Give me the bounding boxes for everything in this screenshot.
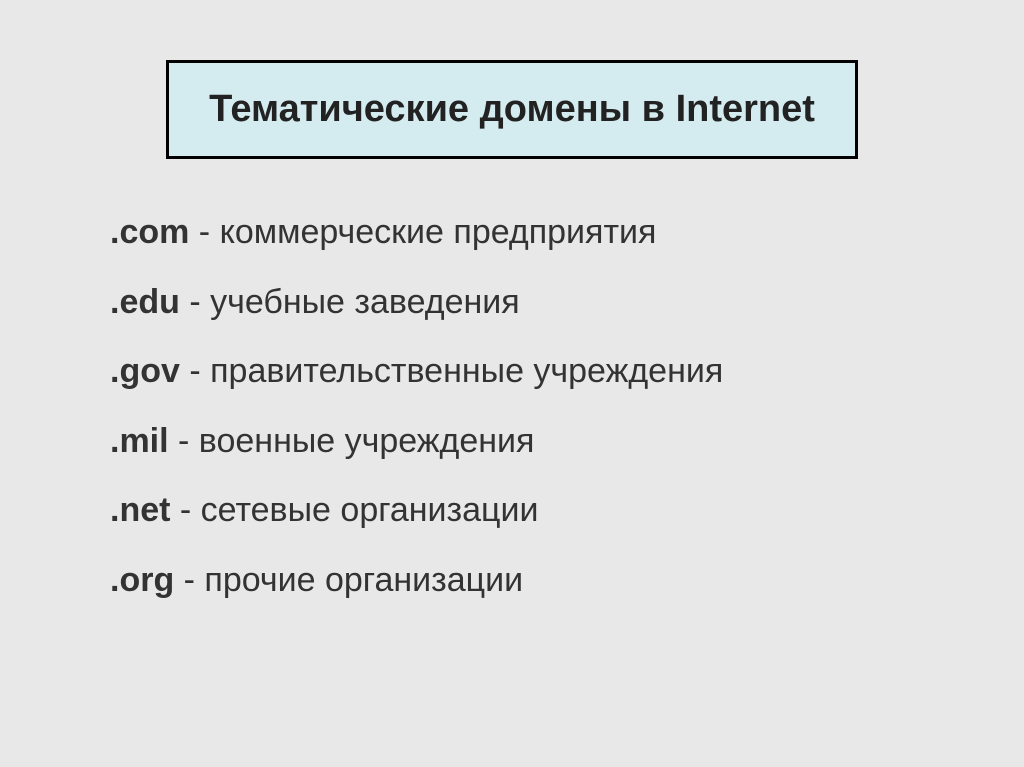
domain-description: - военные учреждения [169, 422, 535, 460]
domain-name: .net [110, 491, 170, 529]
domain-name: .gov [110, 352, 180, 390]
domain-description: - сетевые организации [170, 491, 538, 529]
slide-title: Тематические домены в Internet [209, 88, 815, 131]
domain-item: .net - сетевые организации [110, 487, 954, 535]
domain-item: .org - прочие организации [110, 557, 954, 605]
domain-item: .mil - военные учреждения [110, 418, 954, 466]
domain-name: .mil [110, 422, 169, 460]
title-box: Тематические домены в Internet [166, 60, 858, 159]
domain-description: - коммерческие предприятия [189, 213, 656, 251]
domain-description: - правительственные учреждения [180, 352, 723, 390]
domain-description: - учебные заведения [180, 283, 520, 321]
domain-item: .edu - учебные заведения [110, 279, 954, 327]
domain-name: .org [110, 561, 174, 599]
domain-list: .com - коммерческие предприятия .edu - у… [70, 209, 954, 605]
domain-item: .com - коммерческие предприятия [110, 209, 954, 257]
domain-item: .gov - правительственные учреждения [110, 348, 954, 396]
domain-name: .com [110, 213, 189, 251]
domain-description: - прочие организации [174, 561, 523, 599]
domain-name: .edu [110, 283, 180, 321]
